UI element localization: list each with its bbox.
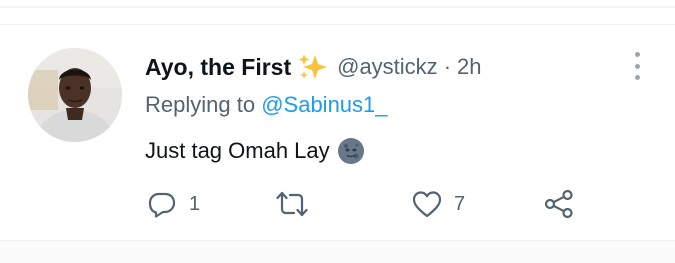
retweet-icon bbox=[276, 191, 308, 217]
tweet-text: Just tag Omah Lay bbox=[145, 138, 330, 163]
tweet-header: Ayo, the First @aystickz · 2h bbox=[145, 50, 482, 84]
replying-to-mention[interactable]: @Sabinus1_ bbox=[261, 92, 387, 117]
tweet-screenshot: Ayo, the First @aystickz · 2h Replying t… bbox=[0, 0, 675, 263]
replying-prefix: Replying to bbox=[145, 92, 256, 117]
reply-icon bbox=[148, 192, 176, 218]
more-options-icon[interactable] bbox=[628, 52, 646, 80]
reply-count: 1 bbox=[189, 192, 201, 215]
timestamp[interactable]: 2h bbox=[457, 54, 481, 80]
share-button[interactable] bbox=[543, 188, 575, 220]
moon-face-icon bbox=[337, 137, 365, 165]
top-divider-2 bbox=[0, 24, 675, 25]
retweet-button[interactable] bbox=[276, 188, 308, 220]
separator-dot: · bbox=[443, 54, 452, 79]
like-button[interactable]: 7 bbox=[412, 188, 465, 220]
replying-to: Replying to @Sabinus1_ bbox=[145, 92, 388, 118]
avatar-photo bbox=[28, 48, 122, 142]
share-icon bbox=[544, 189, 573, 219]
tweet-body: Just tag Omah Lay bbox=[145, 134, 365, 168]
display-name[interactable]: Ayo, the First bbox=[145, 54, 291, 81]
handle[interactable]: @aystickz bbox=[337, 54, 438, 80]
reply-button[interactable]: 1 bbox=[147, 188, 200, 220]
sparkles-icon bbox=[298, 53, 328, 81]
avatar[interactable] bbox=[28, 48, 122, 142]
next-tweet-strip bbox=[0, 241, 675, 263]
heart-icon bbox=[412, 191, 442, 218]
top-divider bbox=[0, 6, 675, 8]
like-count: 7 bbox=[454, 192, 466, 215]
